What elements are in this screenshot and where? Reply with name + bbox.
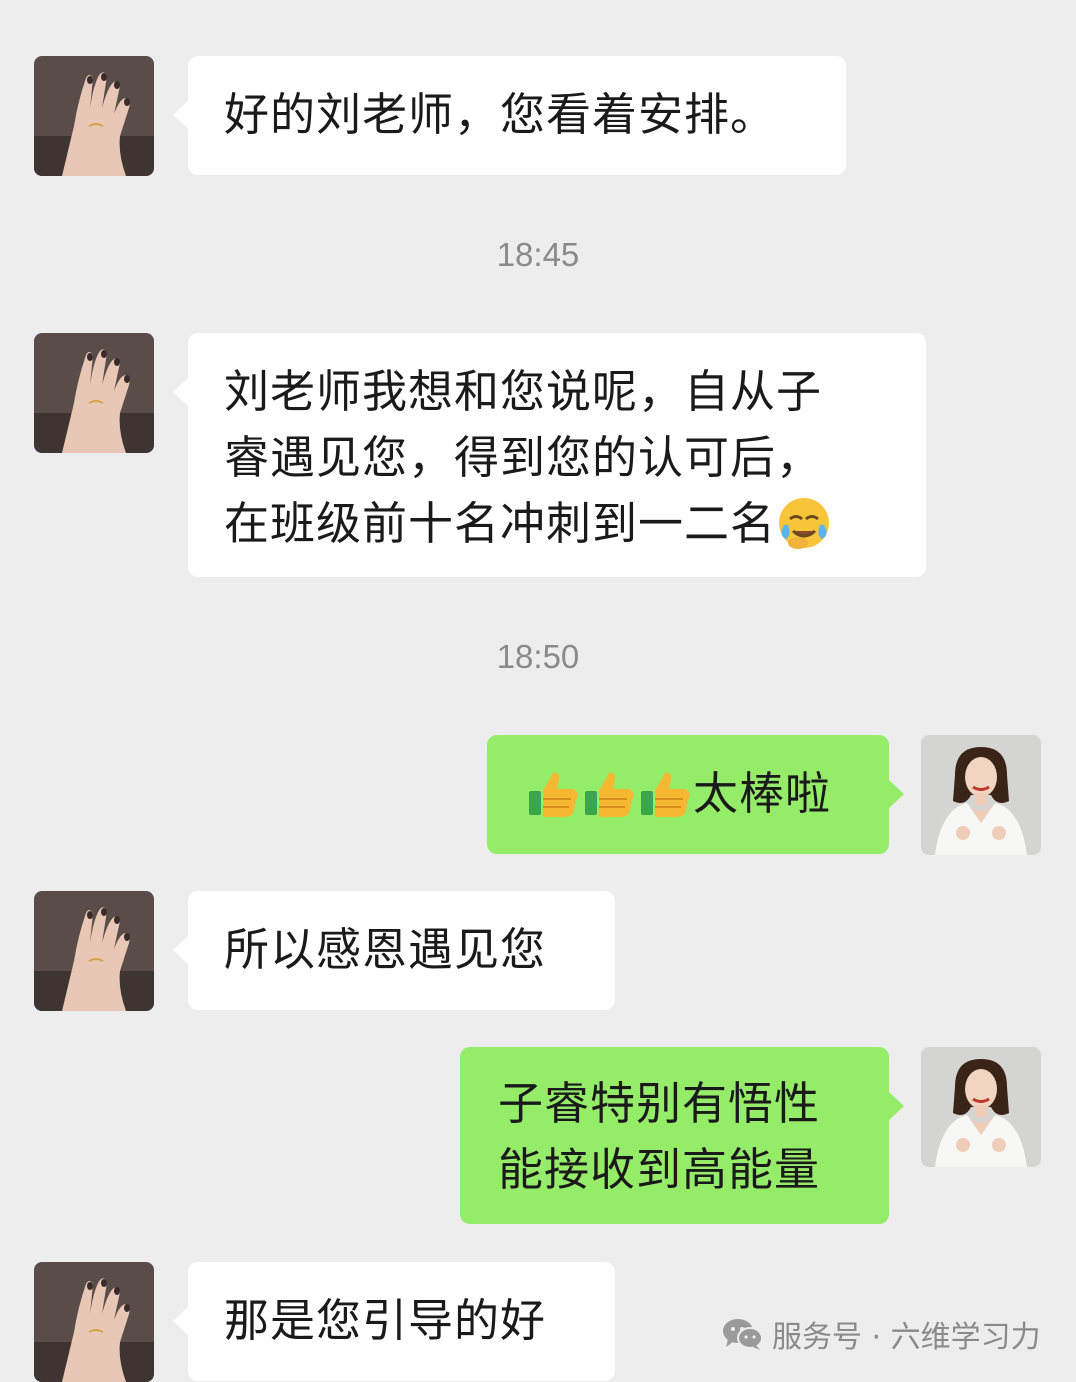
incoming-message-bubble[interactable]: 那是您引导的好 — [173, 1262, 615, 1381]
my-avatar[interactable] — [921, 1047, 1041, 1167]
message-text-line: 能接收到高能量 — [498, 1143, 821, 1196]
contact-avatar[interactable] — [34, 891, 154, 1011]
incoming-message-bubble[interactable]: 所以感恩遇见您 — [173, 891, 615, 1010]
message-text-line: 在班级前十名冲刺到一二名 — [224, 491, 926, 557]
outgoing-message-bubble[interactable]: 太棒啦 — [487, 735, 904, 854]
message-text-line: 睿遇见您，得到您的认可后， — [224, 431, 823, 484]
message-text-line: 太棒啦 — [525, 761, 889, 827]
outgoing-message-bubble[interactable]: 子睿特别有悟性 能接收到高能量 — [460, 1047, 904, 1224]
my-avatar[interactable] — [921, 735, 1041, 855]
contact-avatar[interactable] — [34, 333, 154, 453]
message-text: 在班级前十名冲刺到一二名 — [224, 497, 777, 550]
contact-avatar[interactable] — [34, 1262, 154, 1382]
message-text: 好的刘老师，您看着安排。 — [224, 88, 777, 141]
incoming-message-bubble[interactable]: 刘老师我想和您说呢，自从子 睿遇见您，得到您的认可后， 在班级前十名冲刺到一二名 — [173, 333, 926, 577]
message-text-line: 子睿特别有悟性 — [498, 1077, 821, 1130]
thumbs-up-icon — [581, 765, 637, 821]
contact-avatar[interactable] — [34, 56, 154, 176]
message-text: 所以感恩遇见您 — [224, 923, 547, 976]
message-text-line: 刘老师我想和您说呢，自从子 — [224, 365, 823, 418]
timestamp: 18:50 — [496, 638, 580, 675]
thumbs-up-icon — [637, 765, 693, 821]
watermark-text: 服务号 · 六维学习力 — [772, 1320, 1041, 1355]
thumbs-up-icon — [525, 765, 581, 821]
account-watermark: 服务号 · 六维学习力 — [722, 1313, 1041, 1355]
wechat-icon — [722, 1317, 764, 1351]
message-text: 那是您引导的好 — [224, 1294, 547, 1347]
incoming-message-bubble[interactable]: 好的刘老师，您看着安排。 — [173, 56, 846, 175]
face-with-tears-icon — [776, 495, 832, 551]
message-text: 太棒啦 — [693, 767, 832, 820]
timestamp: 18:45 — [496, 236, 580, 273]
